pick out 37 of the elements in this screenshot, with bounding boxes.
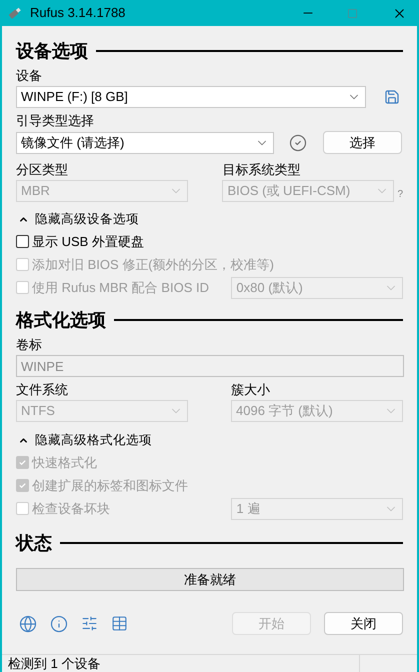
status-text: 检测到 1 个设备 [7,654,102,672]
field-label: 卷标 [16,336,43,354]
field-label: 文件系统 [16,381,69,399]
field-label: 簇大小 [231,381,271,399]
section-heading: 格式化选项 [16,308,106,332]
checkbox-label: 添加对旧 BIOS 修正(额外的分区，校准等) [32,256,274,274]
field-label: 目标系统类型 [222,161,302,179]
info-icon[interactable] [50,614,68,632]
select-button[interactable]: 选择 [323,131,402,154]
check-icon [18,458,27,467]
checkbox[interactable] [16,235,29,248]
volume-label-field[interactable]: WINPE [16,355,404,377]
field-label: 设备 [16,67,43,85]
globe-icon[interactable] [19,614,37,632]
checkbox-label: 显示 USB 外置硬盘 [32,232,144,251]
advanced-toggle[interactable]: 隐藏高级格式化选项 [35,430,152,450]
field-label: 引导类型选择 [16,112,95,130]
log-icon[interactable] [111,615,128,632]
dropdown[interactable]: 镜像文件 (请选择) [16,132,274,154]
help-mark[interactable]: ? [397,187,403,202]
status-bar-field: 准备就绪 [16,568,404,591]
save-icon[interactable] [384,89,400,105]
check-circle-icon[interactable] [289,134,307,152]
dialog-button[interactable]: 关闭 [324,612,403,635]
dropdown[interactable]: WINPE (F:) [8 GB] [16,86,366,108]
checkbox-label: 创建扩展的标签和图标文件 [32,476,188,495]
checkbox-label: 检查设备坏块 [32,500,110,518]
check-icon [18,481,27,490]
section-heading: 设备选项 [16,40,88,62]
checkbox-label: 使用 Rufus MBR 配合 BIOS ID [32,278,209,297]
window-title: Rufus 3.14.1788 [30,4,126,22]
section-heading: 状态 [16,532,52,554]
usb-drive-icon [8,6,22,20]
advanced-toggle[interactable]: 隐藏高级设备选项 [35,210,139,228]
field-label: 分区类型 [16,161,69,179]
checkbox-label: 快速格式化 [32,454,97,472]
settings-icon[interactable] [81,615,98,632]
